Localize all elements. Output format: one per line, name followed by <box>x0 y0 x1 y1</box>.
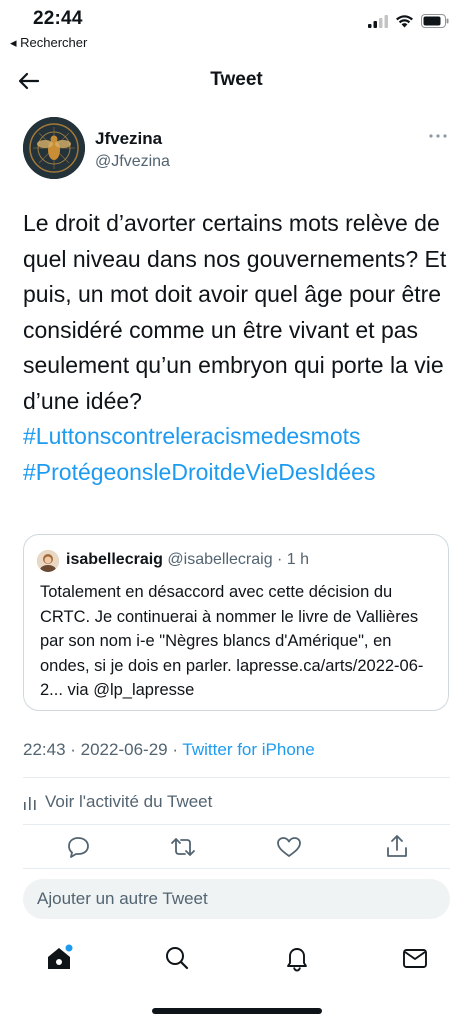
reply-icon[interactable] <box>63 832 93 862</box>
tweet-meta: 22:43 · 2022-06-29 · Twitter for iPhone <box>23 740 315 760</box>
back-to-search-link[interactable]: ◂ Rechercher <box>10 35 87 51</box>
analytics-icon <box>24 797 36 810</box>
tweet-source-link[interactable]: Twitter for iPhone <box>182 740 314 759</box>
wifi-icon <box>396 15 413 28</box>
avatar[interactable] <box>23 117 85 179</box>
tweet-timestamp: 22:43 · 2022-06-29 · <box>23 740 183 759</box>
tweet-text: Le droit d’avorter certains mots relève … <box>23 206 453 490</box>
activity-label: Voir l'activité du Tweet <box>45 792 213 811</box>
more-options-icon[interactable] <box>427 131 449 141</box>
messages-icon[interactable] <box>400 943 430 973</box>
home-icon[interactable] <box>44 943 74 973</box>
bottom-tab-bar <box>0 935 473 985</box>
quoted-author-name: isabellecraig <box>66 551 163 568</box>
signal-icon <box>368 14 388 28</box>
status-bar: 22:44 ◂ Rechercher <box>0 0 473 56</box>
quoted-handle-time: @isabellecraig · 1 h <box>167 551 310 568</box>
quoted-text: Totalement en désaccord avec cette décis… <box>40 583 424 699</box>
tweet-activity-link[interactable]: Voir l'activité du Tweet <box>23 792 212 812</box>
avatar-bee-image <box>23 117 85 179</box>
tweet-body: Le droit d’avorter certains mots relève … <box>23 210 447 414</box>
hashtag-link[interactable]: #ProtégeonsleDroitdeVieDesIdées <box>23 455 453 491</box>
tweet-actions <box>0 832 473 862</box>
author-name[interactable]: Jfvezina <box>95 129 162 149</box>
tweet-author: Jfvezina @Jfvezina <box>23 117 453 187</box>
quoted-header: isabellecraig @isabellecraig · 1 h <box>66 551 309 569</box>
status-icons <box>368 14 449 28</box>
notifications-icon[interactable] <box>282 943 312 973</box>
page-title: Tweet <box>210 69 263 90</box>
divider <box>23 824 450 825</box>
like-icon[interactable] <box>274 832 304 862</box>
header: Tweet <box>0 56 473 106</box>
retweet-icon[interactable] <box>168 832 198 862</box>
status-time: 22:44 <box>33 8 83 29</box>
hashtag-link[interactable]: #Luttonscontreleracismedesmots <box>23 419 453 455</box>
quoted-avatar <box>37 550 59 572</box>
divider <box>23 868 450 869</box>
quoted-tweet[interactable]: isabellecraig @isabellecraig · 1 h Total… <box>23 534 449 711</box>
share-icon[interactable] <box>382 832 412 862</box>
home-indicator[interactable] <box>152 1008 322 1014</box>
search-icon[interactable] <box>162 943 192 973</box>
author-handle[interactable]: @Jfvezina <box>95 153 170 171</box>
reply-composer-input[interactable]: Ajouter un autre Tweet <box>23 879 450 919</box>
battery-icon <box>421 14 449 28</box>
divider <box>23 777 450 778</box>
